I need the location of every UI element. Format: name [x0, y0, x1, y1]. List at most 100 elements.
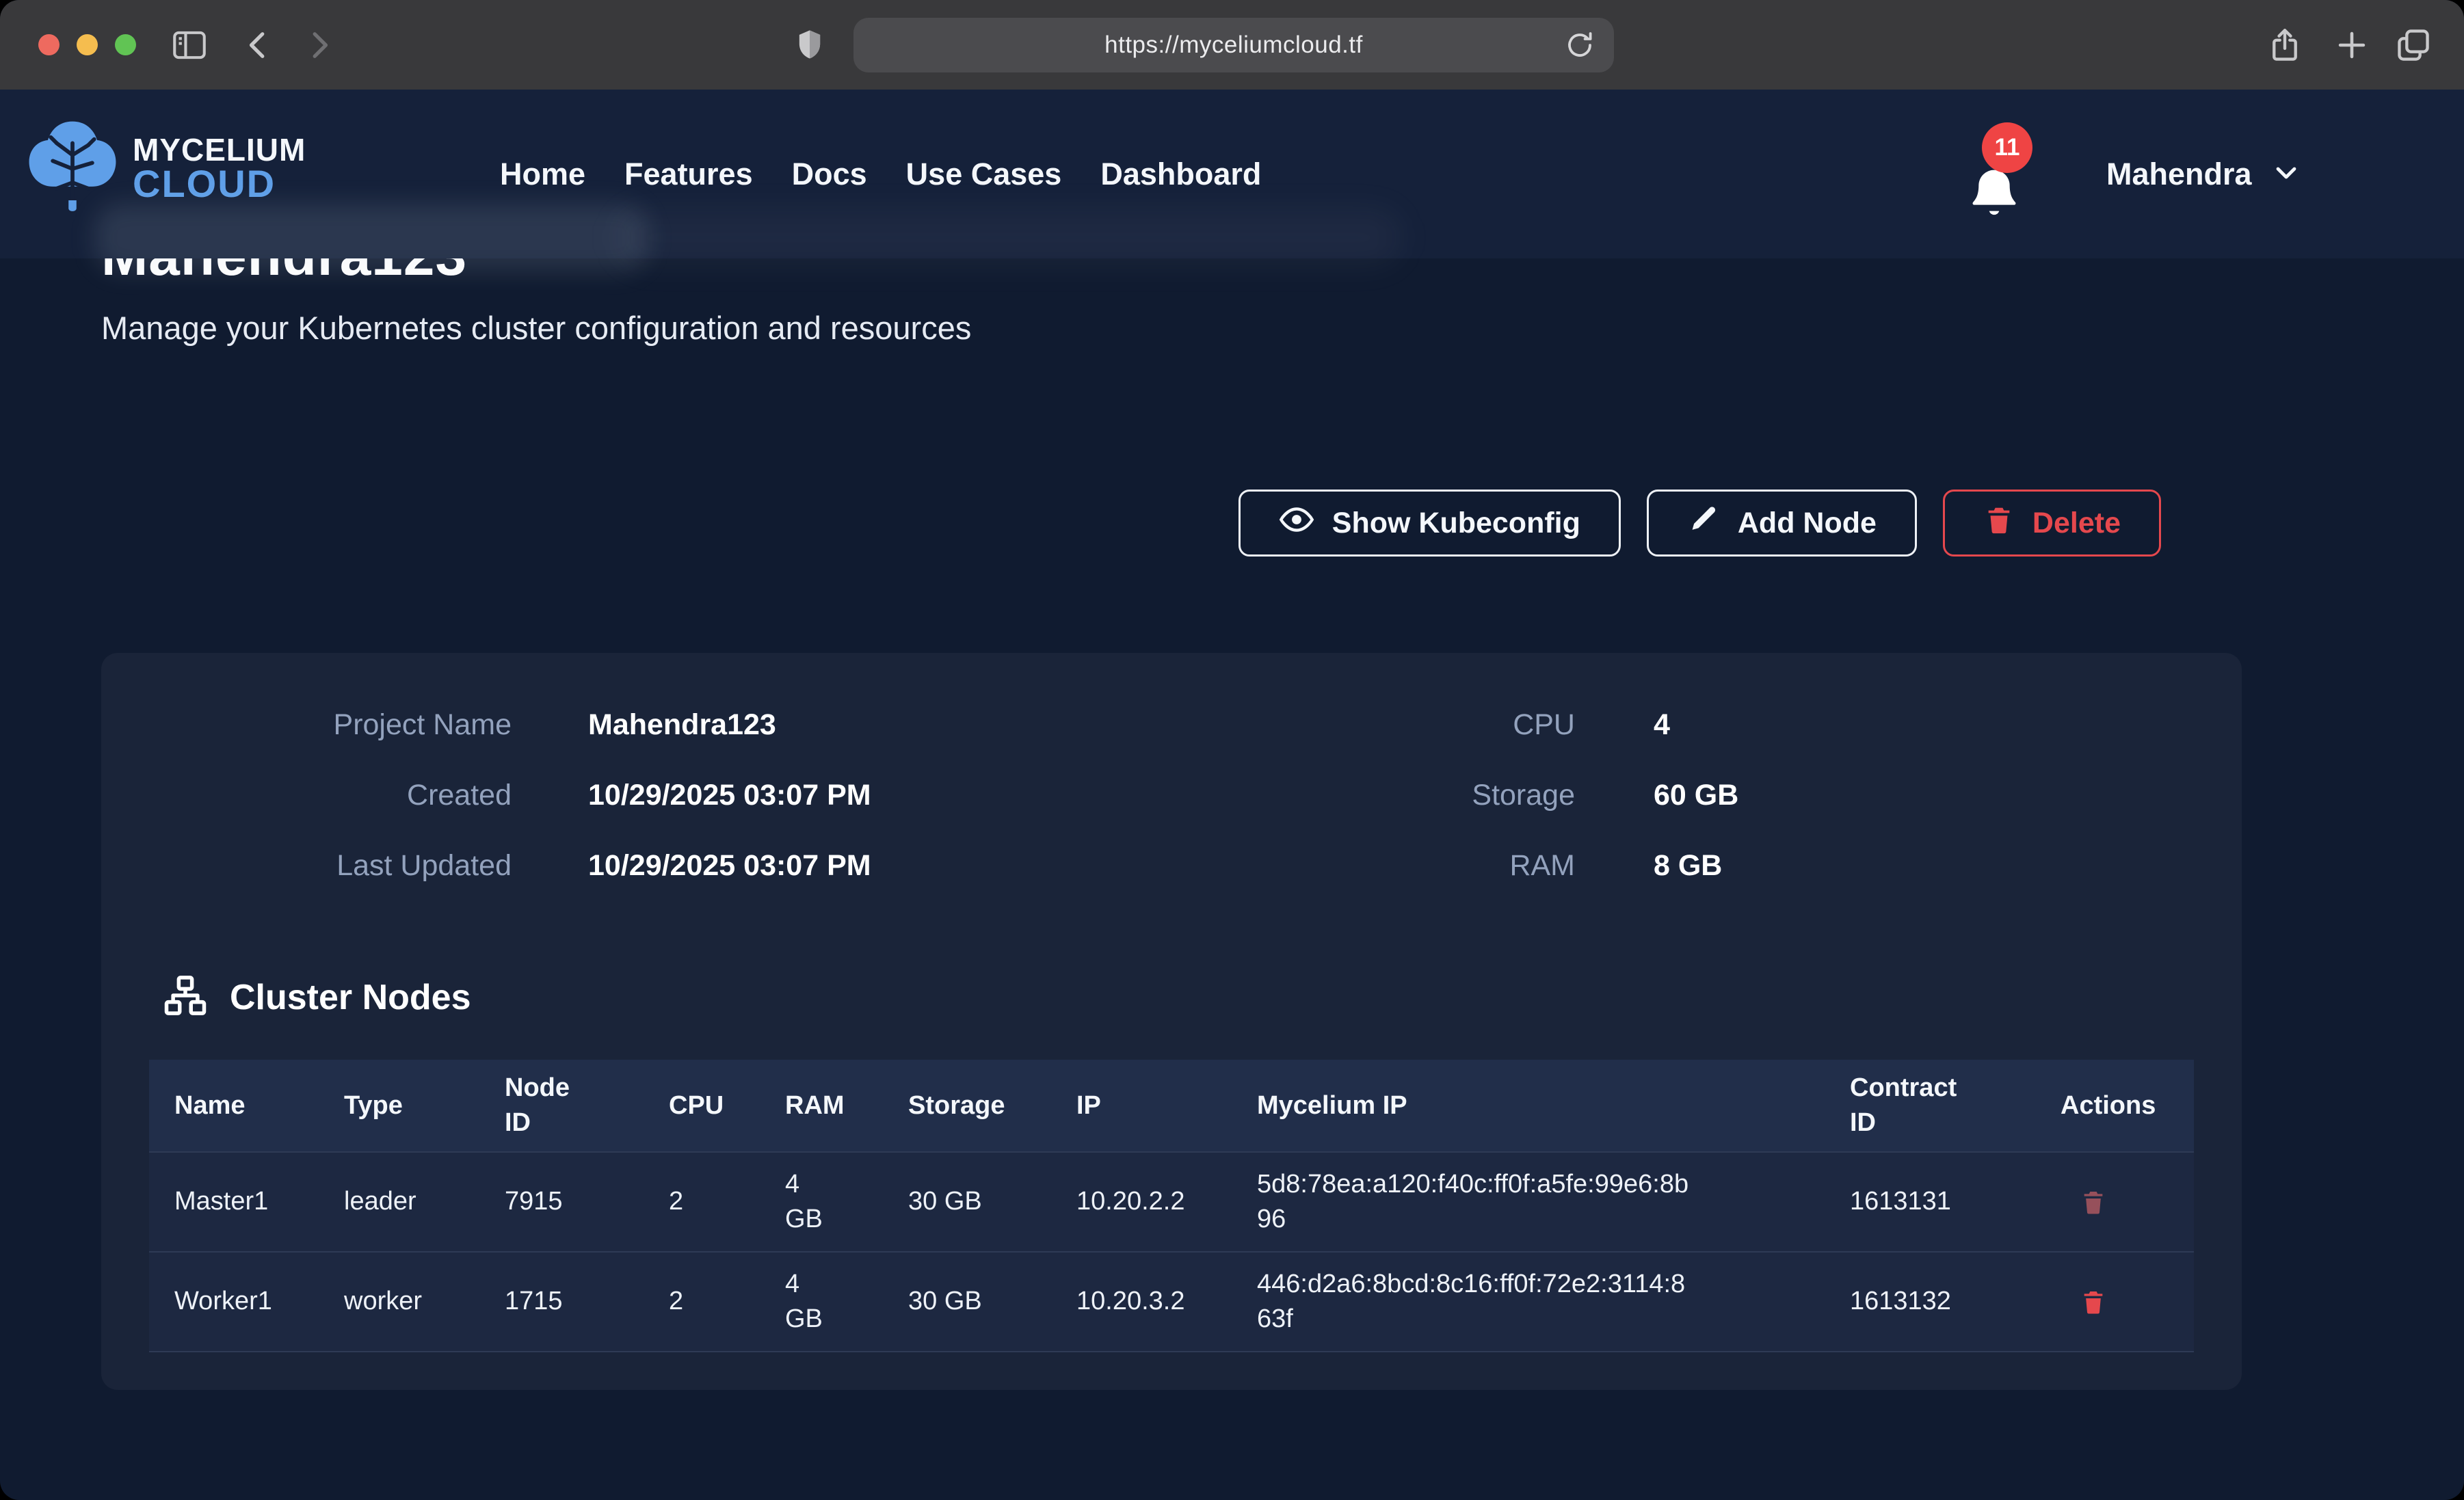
cell-cpu: 2 — [669, 1152, 785, 1252]
cluster-nodes-title: Cluster Nodes — [230, 977, 471, 1018]
cell-ram: 4 GB — [785, 1152, 908, 1252]
detail-row-project-name: Project Name Mahendra123 — [101, 691, 1171, 759]
window-controls — [38, 34, 136, 55]
detail-row-created: Created 10/29/2025 03:07 PM — [101, 761, 1171, 829]
column-header-actions: Actions — [2061, 1060, 2194, 1152]
table-body: Master1leader791524 GB30 GB10.20.2.25d8:… — [149, 1152, 2194, 1352]
ram-label: RAM — [1171, 849, 1575, 883]
storage-label: Storage — [1171, 779, 1575, 812]
nodes-table-wrap: NameTypeNode IDCPURAMStorageIPMycelium I… — [149, 1060, 2194, 1352]
cell-node-id: 7915 — [505, 1152, 669, 1252]
cell-type: worker — [344, 1252, 505, 1352]
tab-overview-button[interactable] — [2394, 0, 2433, 90]
trash-icon — [1983, 504, 2015, 543]
column-header-type: Type — [344, 1060, 505, 1152]
nav-link-use-cases[interactable]: Use Cases — [906, 157, 1062, 192]
delete-node-button[interactable] — [2061, 1288, 2107, 1315]
cell-storage: 30 GB — [908, 1152, 1076, 1252]
cell-mycelium-ip: 446:d2a6:8bcd:8c16:ff0f:72e2:3114:863f — [1257, 1252, 1850, 1352]
detail-row-last-updated: Last Updated 10/29/2025 03:07 PM — [101, 831, 1171, 900]
browser-chrome: https://myceliumcloud.tf — [0, 0, 2464, 91]
column-header-storage: Storage — [908, 1060, 1076, 1152]
last-updated-value: 10/29/2025 03:07 PM — [588, 849, 1171, 883]
delete-cluster-button[interactable]: Delete — [1943, 490, 2161, 557]
cell-node-id: 1715 — [505, 1252, 669, 1352]
cell-name: Worker1 — [149, 1252, 344, 1352]
logo-text: MYCELIUM CLOUD — [133, 135, 306, 202]
detail-row-cpu: CPU 4 — [1171, 691, 2242, 759]
delete-node-button[interactable] — [2061, 1188, 2107, 1216]
table-row: Worker1worker171524 GB30 GB10.20.3.2446:… — [149, 1252, 2194, 1352]
trash-icon — [2080, 1188, 2107, 1216]
cluster-nodes-header: Cluster Nodes — [163, 973, 471, 1021]
show-kubeconfig-button[interactable]: Show Kubeconfig — [1238, 490, 1621, 557]
show-kubeconfig-label: Show Kubeconfig — [1332, 507, 1580, 540]
notification-bell-button[interactable]: 11 — [1967, 131, 2042, 226]
column-header-cpu: CPU — [669, 1060, 785, 1152]
nav-link-home[interactable]: Home — [500, 157, 585, 192]
user-menu[interactable]: Mahendra — [2106, 90, 2303, 258]
notification-badge: 11 — [1982, 122, 2032, 173]
details-left-column: Project Name Mahendra123 Created 10/29/2… — [101, 691, 1171, 902]
cell-type: leader — [344, 1152, 505, 1252]
logo-line2: CLOUD — [133, 165, 306, 202]
page-subtitle: Manage your Kubernetes cluster configura… — [101, 309, 971, 347]
cluster-toolbar: Show Kubeconfig Add Node Delete — [1238, 490, 2161, 557]
cell-actions — [2061, 1152, 2194, 1252]
column-header-contract-id: Contract ID — [1850, 1060, 2061, 1152]
table-header-row: NameTypeNode IDCPURAMStorageIPMycelium I… — [149, 1060, 2194, 1152]
mycelium-tree-icon — [25, 116, 120, 222]
column-header-mycelium-ip: Mycelium IP — [1257, 1060, 1850, 1152]
share-button[interactable] — [2265, 0, 2305, 90]
zoom-window-button[interactable] — [115, 34, 136, 55]
shield-icon[interactable] — [792, 0, 827, 90]
nav-link-docs[interactable]: Docs — [792, 157, 867, 192]
back-button[interactable] — [239, 0, 278, 90]
detail-row-storage: Storage 60 GB — [1171, 761, 2242, 829]
sidebar-toggle-icon[interactable] — [170, 0, 209, 90]
nodes-table: NameTypeNode IDCPURAMStorageIPMycelium I… — [149, 1060, 2194, 1352]
project-name-value: Mahendra123 — [588, 708, 1171, 742]
close-window-button[interactable] — [38, 34, 59, 55]
cpu-label: CPU — [1171, 708, 1575, 742]
nav-link-features[interactable]: Features — [624, 157, 753, 192]
pencil-icon — [1687, 503, 1720, 544]
cell-contract-id: 1613132 — [1850, 1252, 2061, 1352]
delete-label: Delete — [2032, 507, 2121, 540]
add-node-label: Add Node — [1738, 507, 1877, 540]
logo-line1: MYCELIUM — [133, 135, 306, 165]
logo[interactable]: MYCELIUM CLOUD — [25, 116, 306, 222]
created-value: 10/29/2025 03:07 PM — [588, 779, 1171, 812]
cell-mycelium-ip: 5d8:78ea:a120:f40c:ff0f:a5fe:99e6:8b96 — [1257, 1152, 1850, 1252]
cell-ip: 10.20.2.2 — [1076, 1152, 1257, 1252]
details-right-column: CPU 4 Storage 60 GB RAM 8 GB — [1171, 691, 2242, 902]
column-header-node-id: Node ID — [505, 1060, 669, 1152]
cpu-value: 4 — [1654, 708, 2242, 742]
cell-ram: 4 GB — [785, 1252, 908, 1352]
cell-actions — [2061, 1252, 2194, 1352]
cell-name: Master1 — [149, 1152, 344, 1252]
address-bar[interactable]: https://myceliumcloud.tf — [853, 18, 1614, 72]
trash-icon — [2080, 1288, 2107, 1315]
cluster-details-card: Project Name Mahendra123 Created 10/29/2… — [101, 653, 2242, 1390]
column-header-ram: RAM — [785, 1060, 908, 1152]
user-name: Mahendra — [2106, 157, 2252, 192]
last-updated-label: Last Updated — [101, 849, 512, 883]
cell-storage: 30 GB — [908, 1252, 1076, 1352]
reload-button[interactable] — [1563, 29, 1596, 62]
storage-value: 60 GB — [1654, 779, 2242, 812]
forward-button[interactable] — [300, 0, 338, 90]
browser-window: https://myceliumcloud.tf Mahendra123 Man… — [0, 0, 2464, 1500]
cell-cpu: 2 — [669, 1252, 785, 1352]
new-tab-button[interactable] — [2332, 0, 2372, 90]
sitemap-icon — [163, 973, 208, 1021]
chevron-down-icon — [2270, 156, 2303, 192]
cluster-details: Project Name Mahendra123 Created 10/29/2… — [101, 691, 2242, 902]
nav-links: Home Features Docs Use Cases Dashboard — [500, 90, 1261, 258]
minimize-window-button[interactable] — [77, 34, 98, 55]
column-header-ip: IP — [1076, 1060, 1257, 1152]
column-header-name: Name — [149, 1060, 344, 1152]
add-node-button[interactable]: Add Node — [1647, 490, 1917, 557]
site-navbar: MYCELIUM CLOUD Home Features Docs Use Ca… — [0, 90, 2464, 258]
nav-link-dashboard[interactable]: Dashboard — [1100, 157, 1261, 192]
